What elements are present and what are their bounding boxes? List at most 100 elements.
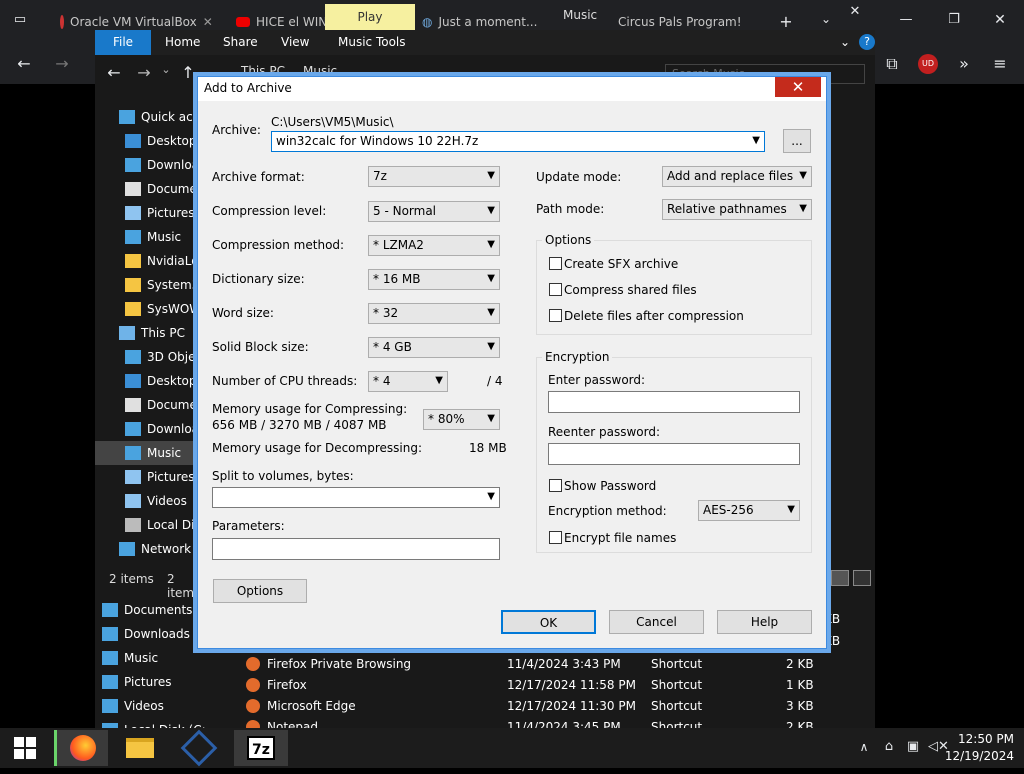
play-tab[interactable]: Play [325,4,415,30]
clock-time[interactable]: 12:50 PM [954,732,1014,746]
nav-item[interactable]: Local Disk [95,513,205,537]
nav-item[interactable]: 3D Objects [95,345,205,369]
maximize-icon[interactable]: ❐ [944,12,964,27]
close-tab-icon[interactable]: ✕ [203,15,213,29]
nav-item[interactable]: Desktop [95,369,205,393]
tab-actions-icon[interactable]: ▭ [8,12,32,32]
ok-button[interactable]: OK [501,610,596,634]
archive-format-select[interactable]: 7z ▼ [368,166,500,187]
new-tab-icon[interactable]: + [776,12,796,31]
details-view-icon[interactable] [831,570,849,586]
nav-item[interactable]: Music [95,225,205,249]
music-tools-tab[interactable]: Music Tools [338,35,406,49]
folder-icon [119,542,135,556]
parameters-input[interactable] [212,538,500,560]
split-volumes-combobox[interactable]: ▼ [212,487,500,508]
cpu-threads-select[interactable]: * 4 ▼ [368,371,448,392]
path-mode-select[interactable]: Relative pathnames ▼ [662,199,812,220]
share-tab[interactable]: Share [223,35,258,49]
update-mode-select[interactable]: Add and replace files ▼ [662,166,812,187]
word-size-value: * 32 [373,306,399,320]
nav-item[interactable]: SysWOW64 [95,297,205,321]
encrypt-names-checkbox[interactable] [549,531,562,544]
forward-icon[interactable]: → [135,63,153,82]
back-icon[interactable]: ← [105,63,123,82]
password-input[interactable] [548,391,800,413]
word-size-select[interactable]: * 32 ▼ [368,303,500,324]
chevron-down-icon: ▼ [487,170,495,181]
nav-item[interactable]: Videos [96,694,206,718]
up-icon[interactable]: ↑ [179,63,197,82]
ribbon-collapse-icon[interactable]: ⌄ [840,35,850,49]
show-hidden-icons[interactable]: ∧ [856,740,872,754]
solid-block-size-select[interactable]: * 4 GB ▼ [368,337,500,358]
archive-name-combobox[interactable]: win32calc for Windows 10 22H.7z ▼ [271,131,765,152]
sfx-checkbox[interactable] [549,257,562,270]
explorer-close-icon[interactable]: ✕ [847,4,863,19]
nav-item[interactable]: Network [95,537,205,561]
help-button[interactable]: Help [717,610,812,634]
nav-item[interactable]: System32 [95,273,205,297]
view-tab[interactable]: View [281,35,309,49]
encryption-method-select[interactable]: AES-256 ▼ [698,500,800,521]
show-password-checkbox[interactable] [549,479,562,492]
nav-item[interactable]: Quick access [95,105,205,129]
word-size-label: Word size: [212,306,274,320]
chevron-down-icon[interactable]: ⌄ [816,12,836,26]
shared-files-checkbox[interactable] [549,283,562,296]
nav-item[interactable]: Documents [96,598,206,622]
firefox-taskbar-button[interactable] [54,730,108,766]
table-row[interactable]: Firefox Private Browsing 11/4/2024 3:43 P… [246,654,840,675]
menu-icon[interactable]: ≡ [988,54,1012,73]
table-row[interactable]: Microsoft Edge 12/17/2024 11:30 PM Shortcu… [246,696,840,717]
ublock-icon[interactable]: UD [918,54,938,74]
nav-item[interactable]: Pictures [95,201,205,225]
nav-item[interactable]: Videos [95,489,205,513]
close-button[interactable]: ✕ [775,77,821,97]
nav-item[interactable]: Desktop [95,129,205,153]
window-title: Music [563,8,598,22]
nav-item[interactable]: Music [95,441,205,465]
compression-level-select[interactable]: 5 - Normal ▼ [368,201,500,222]
compression-method-select[interactable]: * LZMA2 ▼ [368,235,500,256]
cancel-button[interactable]: Cancel [609,610,704,634]
nav-item[interactable]: Downloads [95,417,205,441]
nav-item[interactable]: NvidiaLogging [95,249,205,273]
nav-item[interactable]: Pictures [96,670,206,694]
table-row[interactable]: Firefox 12/17/2024 11:58 PM Shortcut 1 KB [246,675,840,696]
reenter-password-input[interactable] [548,443,800,465]
file-tab[interactable]: File [95,30,151,55]
nav-item[interactable]: Documents [95,177,205,201]
back-icon[interactable]: ← [12,54,36,73]
start-button[interactable] [0,730,50,766]
7zip-taskbar-button[interactable]: 7z [234,730,288,766]
folder-icon [102,675,118,689]
home-tab[interactable]: Home [165,35,200,49]
extensions-icon[interactable]: ⧉ [880,54,904,74]
nav-item[interactable]: Downloads [95,153,205,177]
nav-item[interactable]: Downloads [96,622,206,646]
clock-date[interactable]: 12/19/2024 [944,749,1014,763]
large-icons-view-icon[interactable] [853,570,871,586]
nav-item[interactable]: Pictures [95,465,205,489]
recent-dropdown-icon[interactable]: ⌄ [159,63,173,76]
memory-usage-select[interactable]: * 80% ▼ [423,409,500,430]
nav-item[interactable]: Documents [95,393,205,417]
nav-item[interactable]: Music [96,646,206,670]
network-icon[interactable]: ▣ [904,739,922,754]
file-explorer-taskbar-button[interactable] [113,730,167,766]
options-button[interactable]: Options [213,579,307,603]
nav-item[interactable]: This PC [95,321,205,345]
close-window-icon[interactable]: ✕ [990,12,1010,28]
dictionary-size-select[interactable]: * 16 MB ▼ [368,269,500,290]
nav-item-label: Music [124,651,159,665]
minimize-icon[interactable]: — [896,12,916,27]
forward-icon[interactable]: → [50,54,74,73]
virtualbox-taskbar-button[interactable] [172,729,226,767]
firefox-icon [69,735,96,761]
browse-button[interactable]: ... [783,129,811,153]
help-icon[interactable]: ? [859,34,875,50]
language-icon[interactable]: ⌂ [880,739,898,754]
more-tools-icon[interactable]: » [952,54,976,73]
delete-after-checkbox[interactable] [549,309,562,322]
